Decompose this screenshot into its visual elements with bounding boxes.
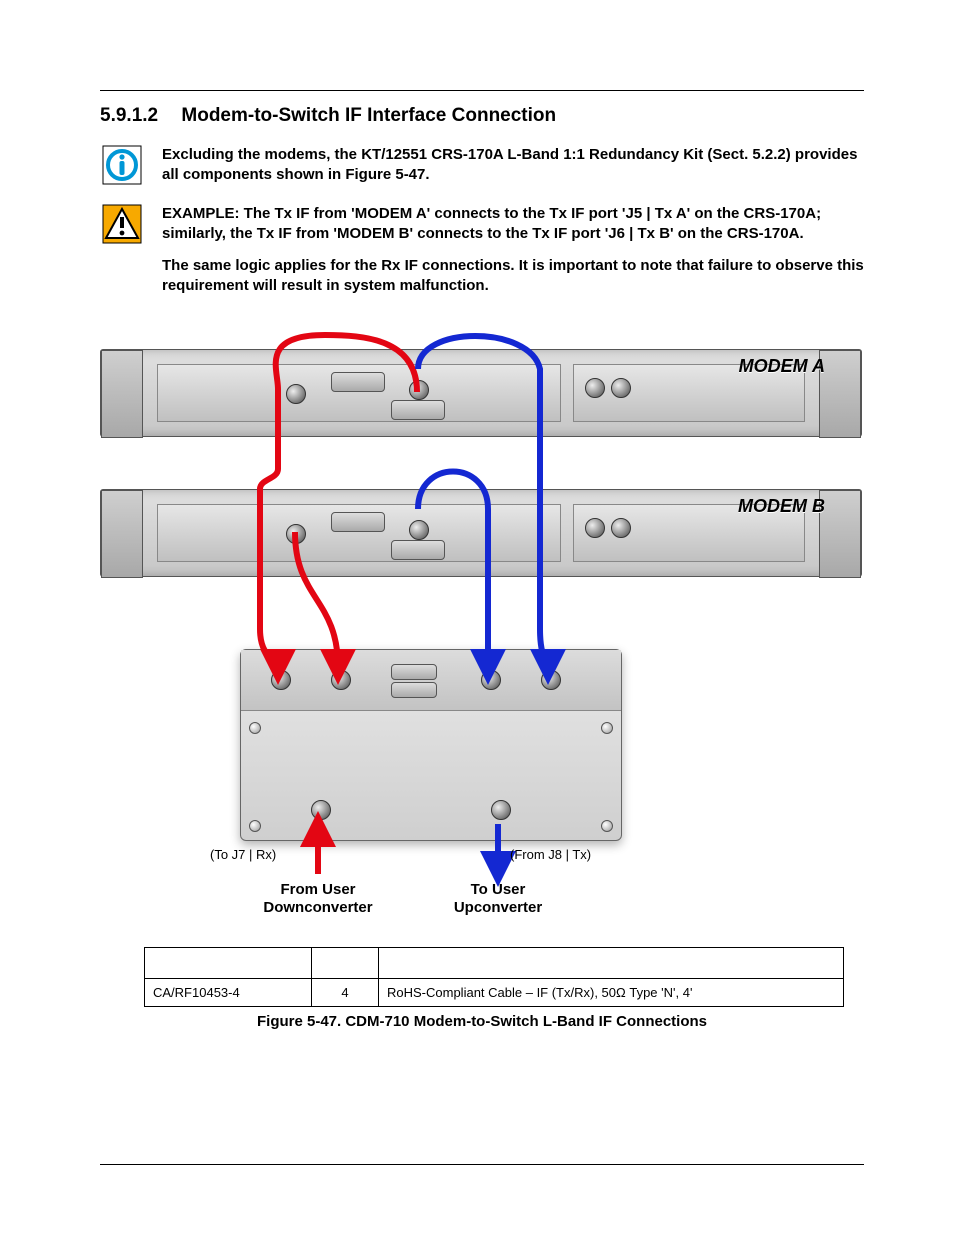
warning-icon-col [100, 204, 144, 309]
switch-j8-tx [491, 800, 511, 820]
switch-rx-b [331, 670, 351, 690]
modem-b-rx-port [286, 524, 306, 544]
info-paragraph: Excluding the modems, the KT/12551 CRS-1… [162, 146, 857, 183]
warning-text: EXAMPLE: The Tx IF from 'MODEM A' connec… [162, 204, 864, 309]
crs-170a-switch [240, 649, 622, 841]
from-user-label: From User [280, 881, 355, 898]
modem-b-chassis: MODEM B [100, 489, 862, 577]
modem-a-tx-port [409, 380, 429, 400]
warning-p2: The same logic applies for the Rx IF con… [162, 257, 864, 294]
to-j7-label: (To J7 | Rx) [210, 847, 276, 862]
connection-diagram: MODEM A MODEM B [100, 329, 864, 939]
modem-b-tx-port [409, 520, 429, 540]
bottom-rule [100, 1164, 864, 1165]
downconverter-label: Downconverter [263, 899, 372, 916]
parts-table: CA/RF10453-4 4 RoHS-Compliant Cable – IF… [144, 947, 844, 1007]
switch-rx-a [271, 670, 291, 690]
table-header-row [145, 947, 844, 978]
upconverter-label: Upconverter [454, 899, 542, 916]
modem-a-rx-port [286, 384, 306, 404]
figure-caption: Figure 5-47. CDM-710 Modem-to-Switch L-B… [100, 1013, 864, 1030]
info-icon [102, 145, 142, 185]
to-user-label: To User [471, 881, 526, 898]
col-qty [312, 947, 379, 978]
section-heading: 5.9.1.2 Modem-to-Switch IF Interface Con… [100, 105, 864, 127]
warning-icon [102, 204, 142, 244]
switch-tx-b [541, 670, 561, 690]
switch-j7-rx [311, 800, 331, 820]
warning-p1: EXAMPLE: The Tx IF from 'MODEM A' connec… [162, 205, 821, 242]
modem-b-label: MODEM B [738, 496, 825, 517]
info-note: Excluding the modems, the KT/12551 CRS-1… [100, 145, 864, 198]
cell-qty: 4 [312, 978, 379, 1006]
modem-a-chassis: MODEM A [100, 349, 862, 437]
from-j8-label: (From J8 | Tx) [510, 847, 591, 862]
info-icon-col [100, 145, 144, 198]
info-text: Excluding the modems, the KT/12551 CRS-1… [162, 145, 864, 198]
modem-a-label: MODEM A [739, 356, 825, 377]
top-rule [100, 90, 864, 91]
cell-desc: RoHS-Compliant Cable – IF (Tx/Rx), 50Ω T… [379, 978, 844, 1006]
col-desc [379, 947, 844, 978]
section-title: Modem-to-Switch IF Interface Connection [181, 105, 556, 126]
col-part [145, 947, 312, 978]
warning-note: EXAMPLE: The Tx IF from 'MODEM A' connec… [100, 204, 864, 309]
switch-tx-a [481, 670, 501, 690]
table-row: CA/RF10453-4 4 RoHS-Compliant Cable – IF… [145, 978, 844, 1006]
cell-part: CA/RF10453-4 [145, 978, 312, 1006]
section-number: 5.9.1.2 [100, 105, 158, 127]
